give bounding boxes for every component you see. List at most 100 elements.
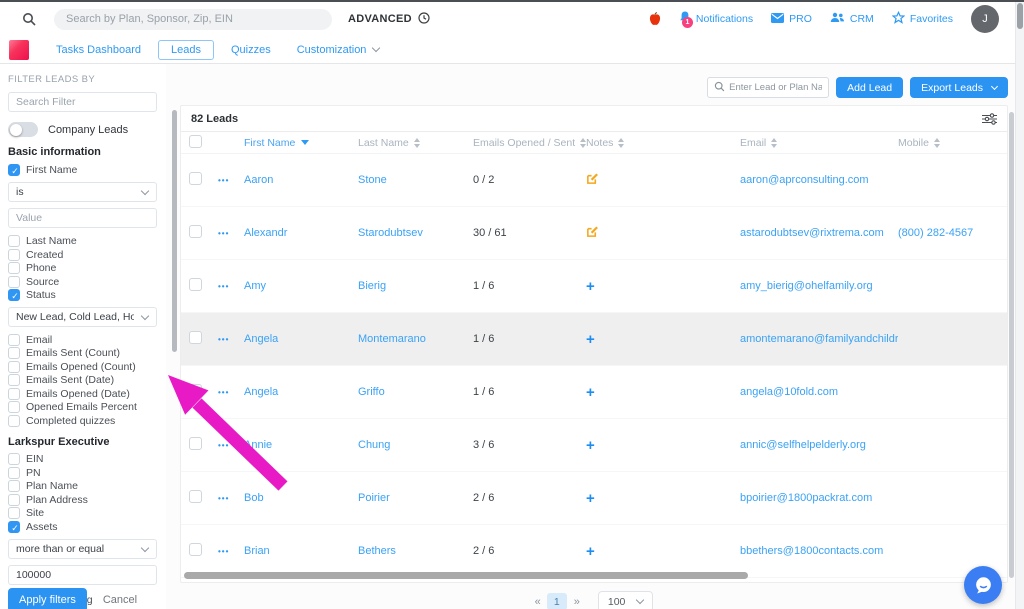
browser-scrollbar[interactable] [1015,0,1024,609]
filter-checkbox-row[interactable]: Opened Emails Percent [8,401,157,415]
first-name-link[interactable]: Brian [244,545,358,557]
apple-icon[interactable] [649,12,661,26]
tab-customization[interactable]: Customization [288,40,389,60]
filter-checkbox-row[interactable]: PN [8,466,157,480]
last-name-link[interactable]: Stone [358,174,473,186]
first-name-link[interactable]: Aaron [244,174,358,186]
add-note-icon[interactable]: + [586,491,595,506]
add-note-icon[interactable]: + [586,544,595,559]
favorites-button[interactable]: Favorites [892,11,953,27]
row-checkbox[interactable] [189,384,202,397]
table-row[interactable]: •••BobPoirier2 / 6+bpoirier@1800packrat.… [181,472,1007,525]
pro-button[interactable]: PRO [771,13,812,26]
filter-checkbox-status[interactable]: Status [8,289,157,303]
filter-checkbox-row[interactable]: Source [8,275,157,289]
add-note-icon[interactable]: + [586,385,595,400]
table-vertical-scrollbar[interactable] [1009,112,1014,578]
filter-checkbox-row[interactable]: Emails Opened (Date) [8,387,157,401]
filter-checkbox-row[interactable]: Plan Name [8,480,157,494]
row-actions-button[interactable]: ••• [218,229,244,238]
column-header-last-name[interactable]: Last Name [358,137,473,149]
global-search-input[interactable] [54,9,332,30]
email-link[interactable]: bbethers@1800contacts.com [740,545,883,557]
row-actions-button[interactable]: ••• [218,282,244,291]
filter-checkbox-row[interactable]: EIN [8,453,157,467]
last-name-link[interactable]: Poirier [358,492,473,504]
first-name-link[interactable]: Angela [244,386,358,398]
export-leads-button[interactable]: Export Leads [910,77,1008,98]
last-name-link[interactable]: Bierig [358,280,473,292]
column-header-first-name[interactable]: First Name [244,137,358,149]
row-actions-button[interactable]: ••• [218,335,244,344]
email-link[interactable]: amy_bierig@ohelfamily.org [740,280,873,292]
table-options-icon[interactable] [982,113,997,125]
filter-checkbox-row[interactable]: Plan Address [8,493,157,507]
assets-value-input[interactable] [8,565,157,585]
cancel-button[interactable]: Cancel [103,594,137,606]
filter-checkbox-row[interactable]: Email [8,333,157,347]
lead-search-input[interactable] [729,82,822,93]
first-name-value-input[interactable] [8,208,157,228]
first-name-link[interactable]: Bob [244,492,358,504]
row-actions-button[interactable]: ••• [218,441,244,450]
row-checkbox[interactable] [189,278,202,291]
table-row[interactable]: •••AnnieChung3 / 6+annic@selfhelpelderly… [181,419,1007,472]
table-row[interactable]: •••AngelaGriffo1 / 6+angela@10fold.com [181,366,1007,419]
browser-scrollbar-thumb[interactable] [1017,3,1023,29]
last-name-link[interactable]: Starodubtsev [358,227,473,239]
column-header-mobile[interactable]: Mobile [898,137,1007,149]
advanced-search-button[interactable]: ADVANCED [348,12,430,27]
edit-note-icon[interactable] [586,225,599,238]
filter-checkbox-row[interactable]: Phone [8,262,157,276]
filter-checkbox-row[interactable]: Site [8,507,157,521]
app-logo[interactable] [9,40,29,60]
filter-checkbox-assets[interactable]: Assets [8,520,157,534]
email-link[interactable]: angela@10fold.com [740,386,838,398]
status-value-select[interactable]: New Lead, Cold Lead, Hot Lead, ... [8,307,157,327]
row-actions-button[interactable]: ••• [218,176,244,185]
filter-checkbox-row[interactable]: Created [8,248,157,262]
first-name-link[interactable]: Alexandr [244,227,358,239]
row-checkbox[interactable] [189,331,202,344]
table-row[interactable]: •••AngelaMontemarano1 / 6+amontemarano@f… [181,313,1007,366]
first-name-link[interactable]: Annie [244,439,358,451]
table-row[interactable]: •••AmyBierig1 / 6+amy_bierig@ohelfamily.… [181,260,1007,313]
add-note-icon[interactable]: + [586,279,595,294]
tab-leads[interactable]: Leads [158,40,214,60]
previous-page-button[interactable]: « [535,596,540,608]
chat-widget-button[interactable] [964,566,1002,604]
tab-tasks-dashboard[interactable]: Tasks Dashboard [47,40,150,60]
apply-filters-button[interactable]: Apply filters [8,588,87,609]
last-name-link[interactable]: Chung [358,439,473,451]
row-checkbox[interactable] [189,437,202,450]
current-page-button[interactable]: 1 [547,593,567,609]
tab-quizzes[interactable]: Quizzes [222,40,280,60]
last-name-link[interactable]: Montemarano [358,333,473,345]
column-header-email[interactable]: Email [740,137,898,149]
filter-checkbox-row[interactable]: Emails Sent (Count) [8,347,157,361]
row-actions-button[interactable]: ••• [218,547,244,556]
add-note-icon[interactable]: + [586,438,595,453]
row-actions-button[interactable]: ••• [218,388,244,397]
page-size-select[interactable]: 100 [598,591,654,609]
filter-checkbox-row[interactable]: Emails Opened (Count) [8,360,157,374]
row-checkbox[interactable] [189,225,202,238]
first-name-operator-select[interactable]: is [8,182,157,202]
next-page-button[interactable]: » [574,596,579,608]
filter-search-input[interactable] [8,92,157,112]
table-row[interactable]: •••AaronStone0 / 2aaron@aprconsulting.co… [181,154,1007,207]
last-name-link[interactable]: Griffo [358,386,473,398]
table-row[interactable]: •••AlexandrStarodubtsev30 / 61astarodubt… [181,207,1007,260]
avatar[interactable]: J [971,5,999,33]
row-checkbox[interactable] [189,172,202,185]
row-checkbox[interactable] [189,543,202,556]
email-link[interactable]: astarodubtsev@rixtrema.com [740,227,884,239]
row-actions-button[interactable]: ••• [218,494,244,503]
column-header-notes[interactable]: Notes [586,137,740,149]
select-all-checkbox[interactable] [189,135,202,148]
first-name-link[interactable]: Angela [244,333,358,345]
email-link[interactable]: bpoirier@1800packrat.com [740,492,872,504]
table-row[interactable]: •••BrianBethers2 / 6+bbethers@1800contac… [181,525,1007,578]
row-checkbox[interactable] [189,490,202,503]
email-link[interactable]: aaron@aprconsulting.com [740,174,869,186]
